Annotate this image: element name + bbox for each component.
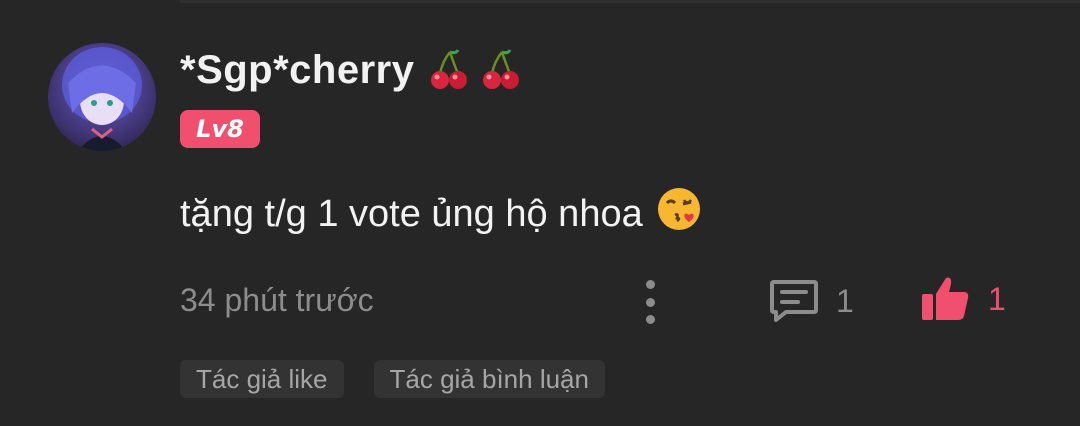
reply-button[interactable]: 1 xyxy=(768,276,854,326)
reply-count: 1 xyxy=(836,282,854,319)
comment-meta: 34 phút trước 1 1 xyxy=(180,272,1080,332)
comment-card: *Sgp*cherry Lv8 tặng t/g 1 vote ủng hộ n… xyxy=(0,0,1080,426)
comment-text: tặng t/g 1 vote ủng hộ nhoa xyxy=(180,192,643,235)
cherry-icon xyxy=(431,49,468,89)
like-count: 1 xyxy=(988,280,1006,317)
tag-author-comment: Tác giả bình luận xyxy=(373,360,605,398)
author-tags: Tác giả like Tác giả bình luận xyxy=(180,360,605,398)
more-dot-icon xyxy=(645,280,655,289)
more-dot-icon xyxy=(645,315,655,324)
more-options-button[interactable] xyxy=(636,278,664,326)
more-dot-icon xyxy=(645,297,655,307)
level-badge: Lv8 xyxy=(180,110,260,148)
kissing-face-icon xyxy=(655,185,703,243)
username-row: *Sgp*cherry xyxy=(180,42,524,98)
divider xyxy=(180,0,1080,3)
thumbs-up-icon xyxy=(922,277,969,320)
username[interactable]: *Sgp*cherry xyxy=(180,48,414,93)
timestamp: 34 phút trước xyxy=(180,282,374,318)
like-button[interactable]: 1 xyxy=(920,274,1006,324)
cherry-icon xyxy=(483,49,520,89)
comment-icon xyxy=(770,280,818,322)
comment-body: tặng t/g 1 vote ủng hộ nhoa xyxy=(180,186,703,242)
tag-author-like: Tác giả like xyxy=(180,360,344,398)
cherry-badges xyxy=(428,48,524,92)
avatar[interactable] xyxy=(48,43,156,151)
